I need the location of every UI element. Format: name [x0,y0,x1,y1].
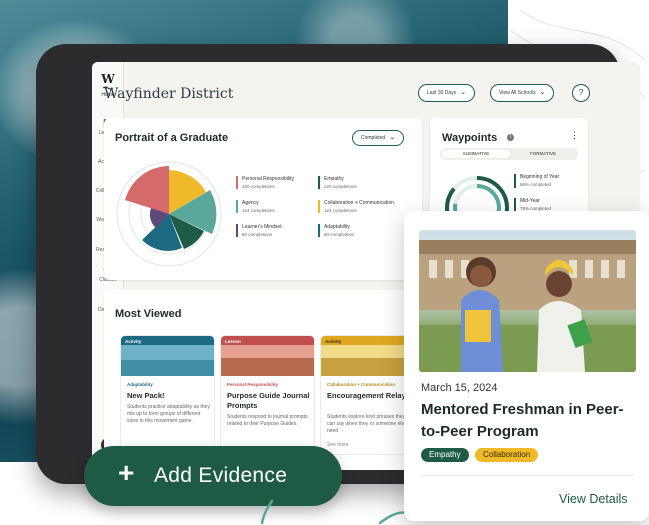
item-title: Encouragement Relay [327,391,406,400]
school-filter-label: View All Schools [499,90,536,96]
most-viewed-title: Most Viewed [115,308,182,320]
item-title: Purpose Guide Journal Prompts [227,391,310,410]
view-details-link[interactable]: View Details [559,492,628,506]
chevron-down-icon: ⌄ [389,134,396,141]
page-title: Wayfinder District [104,86,234,102]
see-more-link[interactable]: See more [327,442,411,449]
content-type-tag: Activity [125,339,142,344]
portrait-rose-chart [116,161,222,267]
tag-collaboration: Collaboration [475,448,539,462]
item-title: New Pack! [127,391,165,400]
info-icon[interactable]: i [507,134,514,141]
wayfinder-logo[interactable]: W [92,72,124,86]
completed-filter-label: Completed [361,135,386,141]
plus-icon: + [118,457,135,488]
students-photo [419,230,636,372]
item-description: Students respond to journal prompts rela… [227,414,308,427]
tab-summative[interactable]: SUMMATIVE [442,150,510,158]
add-evidence-label: Add Evidence [154,464,288,487]
school-filter-dropdown[interactable]: View All Schools ⌄ [490,84,555,102]
chevron-down-icon: ⌄ [539,89,546,96]
completed-filter-dropdown[interactable]: Completed ⌄ [352,130,405,146]
decorative-squiggle [260,499,410,525]
portrait-card: Portrait of a Graduate Completed ⌄ Person… [104,118,422,280]
evidence-feature-card: March 15, 2024 Mentored Freshman in Peer… [404,211,649,521]
most-viewed-item[interactable]: Activity Collaboration + Communication E… [320,335,415,455]
most-viewed-item[interactable]: Lesson Personal Responsibility Purpose G… [220,335,315,455]
content-type-tag: Activity [325,339,342,344]
chevron-down-icon: ⌄ [460,89,467,96]
students-illustration [419,240,636,372]
item-description: Students practice adaptability as they m… [127,404,210,424]
waypoints-title: Waypoints [442,132,498,144]
tag-empathy: Empathy [421,448,469,462]
most-viewed-item[interactable]: Activity Adaptability New Pack! Students… [120,335,215,455]
category-label: Personal Responsibility [227,382,279,387]
tab-formative[interactable]: FORMATIVE [510,150,576,158]
portrait-title: Portrait of a Graduate [115,132,229,144]
date-range-dropdown[interactable]: Last 30 Days ⌄ [418,84,476,102]
waypoint-type-toggle: SUMMATIVE FORMATIVE [440,148,578,160]
evidence-title: Mentored Freshman in Peer-to-Peer Progra… [421,401,624,440]
category-label: Collaboration + Communication [327,382,396,387]
help-button[interactable]: ? [572,84,590,102]
item-description: Students explore kind phrases they can s… [327,414,407,434]
category-label: Adaptability [127,382,153,387]
content-type-tag: Lesson [225,339,241,344]
more-options-icon[interactable]: ⋮ [570,130,579,141]
divider [421,475,634,476]
date-range-label: Last 30 Days [427,90,457,96]
evidence-date: March 15, 2024 [421,382,498,394]
